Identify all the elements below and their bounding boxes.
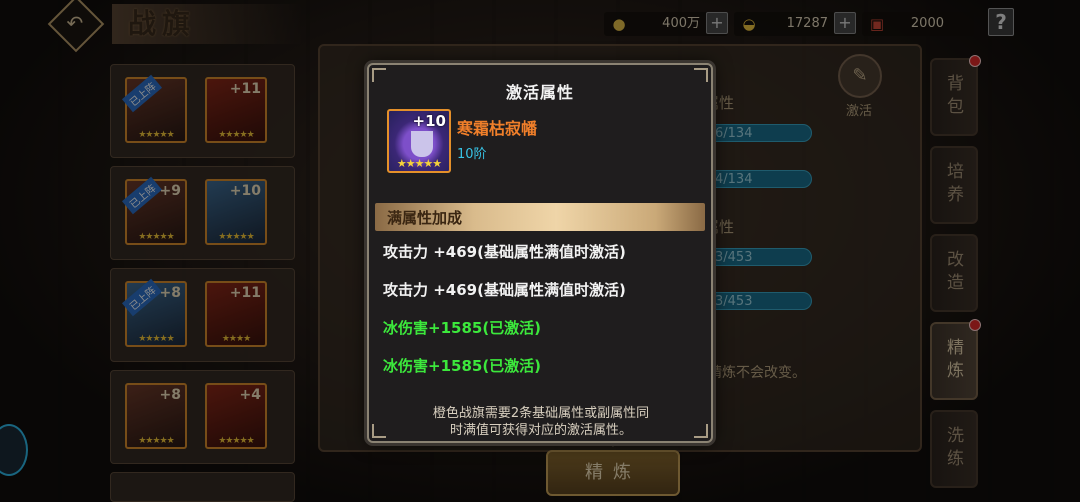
- dialog-title: 激活属性: [505, 83, 574, 102]
- frost-banner-icon: +10 ★★★★★: [387, 109, 451, 173]
- attribute-line: 攻击力 +469(基础属性满值时激活): [383, 243, 626, 261]
- corner-ornament: [694, 424, 708, 438]
- activate-attributes-dialog: 激活属性 +10 ★★★★★ 寒霜枯寂幡 10阶 满属性加成 攻击力 +469(…: [367, 63, 713, 443]
- corner-ornament: [372, 424, 386, 438]
- dialog-footnote: 橙色战旗需要2条基础属性或副属性同 时满值可获得对应的激活属性。: [391, 405, 691, 439]
- item-tier: 10阶: [457, 147, 487, 162]
- item-stars: ★★★★★: [396, 157, 442, 170]
- item-level: +10: [412, 112, 446, 130]
- banner-shape: [411, 131, 433, 157]
- footnote-line: 橙色战旗需要2条基础属性或副属性同: [432, 406, 650, 421]
- attribute-line: 冰伤害+1585(已激活): [383, 319, 542, 337]
- attribute-line: 冰伤害+1585(已激活): [383, 357, 542, 375]
- footnote-line: 时满值可获得对应的激活属性。: [449, 423, 632, 438]
- attribute-line: 攻击力 +469(基础属性满值时激活): [383, 281, 626, 299]
- item-name: 寒霜枯寂幡: [457, 119, 538, 138]
- section-header: 满属性加成: [375, 203, 705, 231]
- section-title: 满属性加成: [387, 209, 463, 227]
